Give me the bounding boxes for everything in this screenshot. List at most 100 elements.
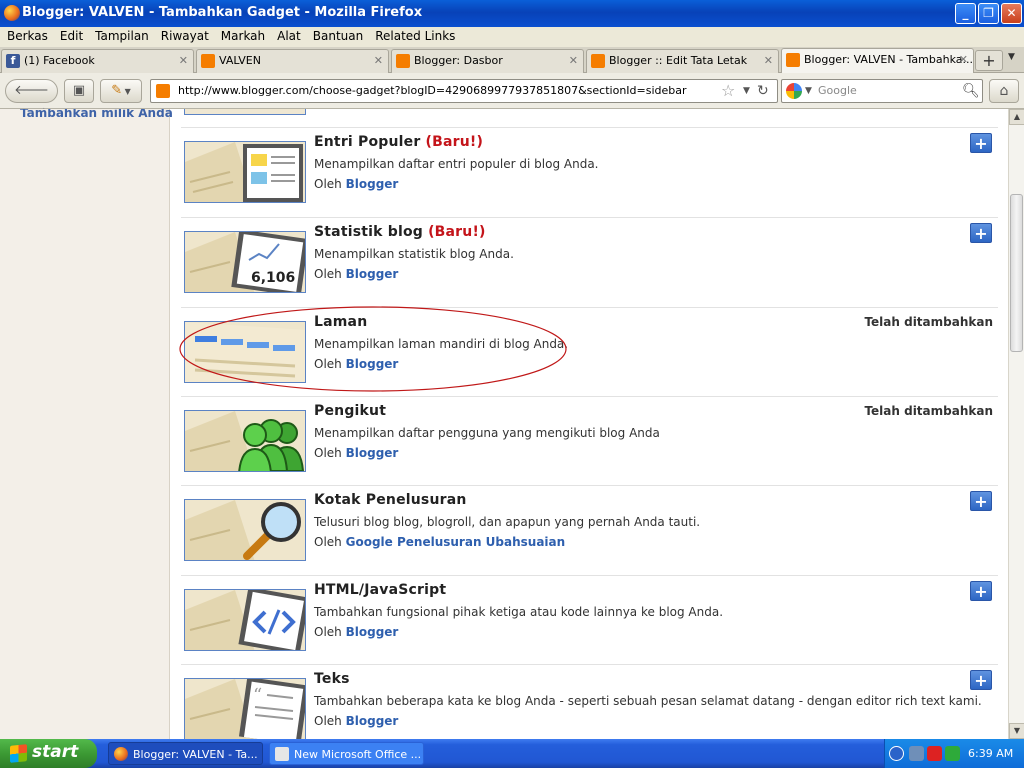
- tab-close-icon[interactable]: ✕: [374, 50, 383, 72]
- gadget-author-link[interactable]: Blogger: [346, 177, 399, 191]
- add-gadget-button[interactable]: +: [970, 491, 992, 511]
- gadget-pengikut: Pengikut Menampilkan daftar pengguna yan…: [181, 396, 998, 486]
- add-gadget-button[interactable]: +: [970, 223, 992, 243]
- byline-prefix: Oleh: [314, 714, 342, 728]
- url-text[interactable]: http://www.blogger.com/choose-gadget?blo…: [178, 80, 687, 102]
- gadget-byline: Oleh Blogger: [314, 357, 398, 371]
- tab-dasbor[interactable]: Blogger: Dasbor ✕: [391, 49, 584, 73]
- facebook-icon: f: [6, 54, 20, 68]
- tab-close-icon[interactable]: ✕: [569, 50, 578, 72]
- antivirus-icon[interactable]: [927, 746, 942, 761]
- gadget-statistik-blog: 6,106 Statistik blog (Baru!) Menampilkan…: [181, 217, 998, 307]
- scroll-up-arrow-icon[interactable]: ▲: [1009, 109, 1024, 125]
- stats-thumbnail-number: 6,106: [251, 270, 295, 286]
- gadget-author-link[interactable]: Blogger: [346, 714, 399, 728]
- restore-button[interactable]: ❐: [978, 3, 999, 24]
- gadget-title-text: Teks: [314, 671, 350, 687]
- magnifier-icon: [185, 500, 305, 560]
- taskbar-item-office[interactable]: New Microsoft Office ...: [269, 742, 424, 765]
- search-input[interactable]: Google: [818, 80, 857, 102]
- minimize-button[interactable]: _: [955, 3, 976, 24]
- menu-tampilan[interactable]: Tampilan: [90, 27, 154, 45]
- close-window-button[interactable]: ✕: [1001, 3, 1022, 24]
- gadget-author-link[interactable]: Blogger: [346, 625, 399, 639]
- windows-taskbar: start Blogger: VALVEN - Ta... New Micros…: [0, 739, 1024, 768]
- back-forward-buttons[interactable]: 🡐 🡒: [5, 79, 58, 120]
- screenshot-tool-icon[interactable]: ▣: [64, 79, 94, 103]
- search-box[interactable]: ▼ Google 🔍︎: [781, 79, 983, 103]
- tab-valven[interactable]: VALVEN ✕: [196, 49, 389, 73]
- gadget-laman: Laman Menampilkan laman mandiri di blog …: [181, 307, 998, 397]
- menu-berkas[interactable]: Berkas: [2, 27, 53, 45]
- tab-facebook[interactable]: f (1) Facebook ✕: [1, 49, 194, 73]
- tab-close-icon[interactable]: ✕: [179, 50, 188, 72]
- start-button[interactable]: start: [0, 739, 97, 768]
- already-added-label: Telah ditambahkan: [864, 315, 993, 329]
- byline-prefix: Oleh: [314, 177, 342, 191]
- gadget-author-link[interactable]: Blogger: [346, 267, 399, 281]
- gadget-title: Entri Populer (Baru!): [314, 134, 483, 150]
- byline-prefix: Oleh: [314, 625, 342, 639]
- blogger-icon: [396, 54, 410, 68]
- tab-edit-tata-letak[interactable]: Blogger :: Edit Tata Letak ✕: [586, 49, 779, 73]
- tab-list-dropdown-icon[interactable]: ▼: [1008, 52, 1015, 62]
- tab-tambahkan-gadget[interactable]: Blogger: VALVEN - Tambahka... ✕: [781, 48, 974, 74]
- add-gadget-button[interactable]: +: [970, 581, 992, 601]
- gadget-title: Statistik blog (Baru!): [314, 224, 486, 240]
- network-icon[interactable]: [909, 746, 924, 761]
- gadget-byline: Oleh Blogger: [314, 267, 398, 281]
- tab-label: Blogger: Dasbor: [414, 54, 503, 67]
- search-engine-dropdown-icon[interactable]: ▼: [805, 80, 812, 102]
- gadget-entri-populer: Entri Populer (Baru!) Menampilkan daftar…: [181, 127, 998, 217]
- svg-text:“: “: [253, 685, 262, 706]
- popular-posts-icon: [185, 142, 305, 202]
- firefox-icon[interactable]: [4, 5, 20, 21]
- vertical-scrollbar[interactable]: ▲ ▼: [1008, 109, 1024, 739]
- scrollbar-thumb[interactable]: [1010, 194, 1023, 352]
- blogger-icon: [786, 53, 800, 67]
- history-dropdown-icon[interactable]: ▼: [743, 80, 750, 102]
- tab-bar: f (1) Facebook ✕ VALVEN ✕ Blogger: Dasbo…: [0, 47, 1024, 74]
- menu-edit[interactable]: Edit: [55, 27, 88, 45]
- google-icon[interactable]: [786, 83, 802, 99]
- reload-icon[interactable]: ↻: [757, 80, 769, 102]
- tab-label: Blogger: VALVEN - Tambahka...: [804, 53, 973, 66]
- tray-expand-icon[interactable]: [889, 746, 904, 761]
- gadget-description: Menampilkan laman mandiri di blog Anda.: [314, 337, 569, 351]
- menu-markah[interactable]: Markah: [216, 27, 270, 45]
- tab-close-icon[interactable]: ✕: [959, 49, 968, 71]
- taskbar-item-firefox[interactable]: Blogger: VALVEN - Ta...: [108, 742, 263, 765]
- system-tray: 6:39 AM: [884, 739, 1024, 768]
- menu-alat[interactable]: Alat: [272, 27, 306, 45]
- add-own-link[interactable]: Tambahkan milik Anda: [20, 109, 173, 120]
- home-button[interactable]: ⌂: [989, 79, 1019, 103]
- gadget-author-link[interactable]: Blogger: [346, 357, 399, 371]
- bookmark-star-icon[interactable]: ☆: [721, 80, 735, 102]
- code-brackets-icon: [185, 590, 305, 650]
- edit-pencil-button[interactable]: ✎ ▼: [100, 79, 142, 103]
- already-added-label: Telah ditambahkan: [864, 404, 993, 418]
- add-gadget-button[interactable]: +: [970, 133, 992, 153]
- gadget-description: Telusuri blog blog, blogroll, dan apapun…: [314, 515, 701, 529]
- back-arrow-icon[interactable]: 🡐: [14, 83, 49, 98]
- gadget-author-link[interactable]: Blogger: [346, 446, 399, 460]
- tray-app-icon[interactable]: [945, 746, 960, 761]
- address-bar[interactable]: http://www.blogger.com/choose-gadget?blo…: [150, 79, 778, 103]
- menu-bantuan[interactable]: Bantuan: [308, 27, 368, 45]
- tab-close-icon[interactable]: ✕: [764, 50, 773, 72]
- tab-label: (1) Facebook: [24, 54, 95, 67]
- scroll-down-arrow-icon[interactable]: ▼: [1009, 723, 1024, 739]
- window-titlebar: Blogger: VALVEN - Tambahkan Gadget - Moz…: [0, 0, 1024, 27]
- taskbar-clock[interactable]: 6:39 AM: [968, 739, 1013, 768]
- gadget-author-link[interactable]: Google Penelusuran Ubahsuaian: [346, 535, 566, 549]
- taskbar-item-label: Blogger: VALVEN - Ta...: [133, 748, 258, 761]
- gadget-thumbnail: 6,106: [184, 231, 306, 293]
- byline-prefix: Oleh: [314, 446, 342, 460]
- new-tab-button[interactable]: +: [975, 50, 1003, 71]
- search-icon[interactable]: 🔍︎: [962, 80, 980, 102]
- byline-prefix: Oleh: [314, 267, 342, 281]
- add-gadget-button[interactable]: +: [970, 670, 992, 690]
- menu-related-links[interactable]: Related Links: [370, 27, 460, 45]
- gadget-thumbnail: “: [184, 678, 306, 739]
- menu-riwayat[interactable]: Riwayat: [156, 27, 214, 45]
